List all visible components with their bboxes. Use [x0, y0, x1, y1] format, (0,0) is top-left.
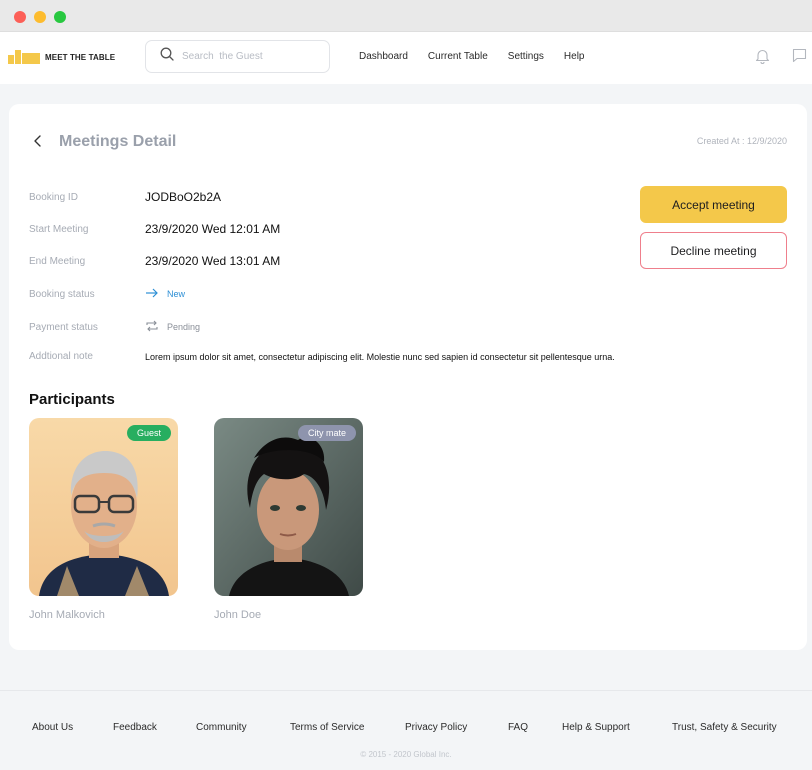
close-window-button[interactable]	[14, 11, 26, 23]
detail-row-additional-note: Addtional note Lorem ipsum dolor sit ame…	[29, 351, 615, 362]
repeat-icon	[145, 319, 167, 335]
copyright: © 2015 - 2020 Global Inc.	[360, 750, 452, 759]
participant-photo	[29, 418, 178, 596]
detail-row-booking-id: Booking ID JODBoO2b2A	[29, 190, 221, 204]
booking-status-value: New	[167, 289, 186, 299]
brand-name: MEET THE TABLE	[45, 52, 116, 62]
footer-link-trust-safety[interactable]: Trust, Safety & Security	[672, 722, 777, 733]
detail-label: Booking status	[29, 288, 95, 300]
booking-status: New	[145, 287, 185, 301]
detail-row-start-meeting: Start Meeting 23/9/2020 Wed 12:01 AM	[29, 222, 280, 236]
detail-label: Addtional note	[29, 351, 93, 362]
search-icon	[160, 47, 174, 66]
nav-help[interactable]: Help	[564, 51, 585, 62]
meeting-detail-card: Meetings Detail Created At : 12/9/2020 B…	[9, 104, 807, 650]
payment-status-value: Pending	[167, 322, 201, 332]
bell-icon[interactable]	[755, 48, 770, 69]
search-input[interactable]	[182, 51, 312, 62]
participant-card-guest[interactable]: Guest	[29, 418, 178, 596]
top-navigation: MEET THE TABLE Dashboard Current Table S…	[0, 32, 812, 84]
end-meeting-value: 23/9/2020 Wed 13:01 AM	[145, 254, 281, 268]
footer-link-privacy[interactable]: Privacy Policy	[405, 722, 467, 733]
footer: About Us Feedback Community Terms of Ser…	[0, 690, 812, 770]
nav-settings[interactable]: Settings	[508, 51, 544, 62]
detail-label: Start Meeting	[29, 223, 89, 235]
footer-link-feedback[interactable]: Feedback	[113, 722, 157, 733]
minimize-window-button[interactable]	[34, 11, 46, 23]
nav-dashboard[interactable]: Dashboard	[359, 51, 408, 62]
detail-label: Booking ID	[29, 191, 78, 203]
participant-card-city-mate[interactable]: City mate	[214, 418, 363, 596]
brand-logo[interactable]: MEET THE TABLE	[8, 50, 115, 64]
chat-icon[interactable]	[792, 48, 807, 68]
logo-mark-icon	[8, 50, 40, 64]
footer-link-help-support[interactable]: Help & Support	[562, 722, 630, 733]
accept-meeting-button[interactable]: Accept meeting	[640, 186, 787, 223]
participant-badge: Guest	[126, 425, 171, 441]
created-at: Created At : 12/9/2020	[696, 136, 787, 146]
search-box[interactable]	[145, 40, 330, 73]
footer-link-terms[interactable]: Terms of Service	[290, 722, 364, 733]
decline-meeting-button[interactable]: Decline meeting	[640, 232, 787, 269]
arrow-right-icon	[145, 287, 167, 301]
page-title: Meetings Detail	[59, 133, 177, 150]
maximize-window-button[interactable]	[54, 11, 66, 23]
footer-link-community[interactable]: Community	[196, 722, 247, 733]
nav-current-table[interactable]: Current Table	[428, 51, 488, 62]
detail-row-end-meeting: End Meeting 23/9/2020 Wed 13:01 AM	[29, 254, 280, 268]
payment-status: Pending	[145, 319, 200, 335]
back-arrow-icon[interactable]	[31, 134, 45, 148]
start-meeting-value: 23/9/2020 Wed 12:01 AM	[145, 222, 281, 236]
window-titlebar	[0, 0, 812, 32]
footer-link-faq[interactable]: FAQ	[508, 722, 528, 733]
participant-badge: City mate	[297, 425, 356, 441]
booking-id-value: JODBoO2b2A	[145, 190, 222, 204]
detail-row-payment-status: Payment status Pending	[29, 319, 200, 335]
detail-row-booking-status: Booking status New	[29, 287, 185, 301]
participants-heading: Participants	[29, 391, 115, 408]
detail-label: End Meeting	[29, 255, 86, 267]
main-nav: Dashboard Current Table Settings Help	[359, 51, 605, 62]
detail-label: Payment status	[29, 321, 98, 333]
participant-name: John Malkovich	[29, 609, 105, 621]
participant-name: John Doe	[214, 609, 262, 621]
participant-photo	[214, 418, 363, 596]
additional-note-value: Lorem ipsum dolor sit amet, consectetur …	[145, 351, 615, 362]
footer-link-about-us[interactable]: About Us	[32, 722, 73, 733]
